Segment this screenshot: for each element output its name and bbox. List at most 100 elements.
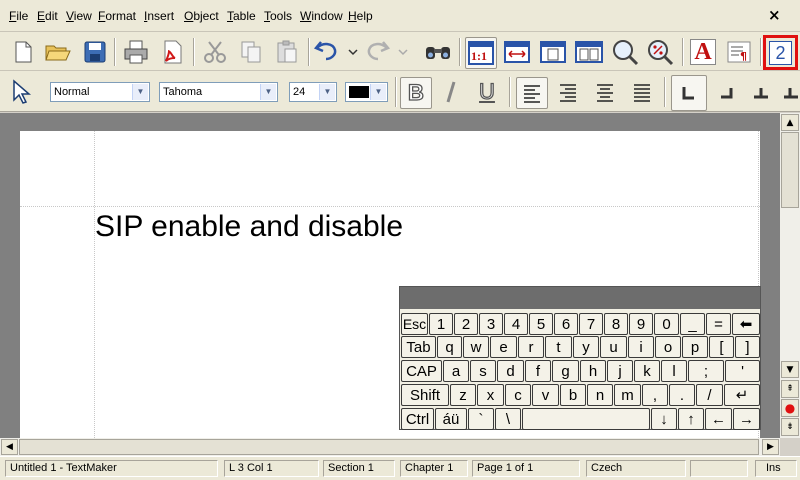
scroll-down-button[interactable]: ▼: [781, 361, 799, 378]
key-k[interactable]: k: [634, 360, 660, 382]
menu-view[interactable]: View: [66, 9, 92, 23]
horizontal-scroll-thumb[interactable]: [19, 439, 759, 455]
vertical-scrollbar[interactable]: ▲ ▼ ⇞ ● ⇟: [780, 113, 800, 438]
key-x[interactable]: x: [477, 384, 504, 406]
zoom-percent-button[interactable]: [645, 37, 675, 67]
key-enter[interactable]: ↵: [724, 384, 760, 406]
key-arrow-up[interactable]: ↑: [678, 408, 704, 430]
key-5[interactable]: 5: [529, 313, 553, 335]
key-a[interactable]: a: [443, 360, 469, 382]
key-4[interactable]: 4: [504, 313, 528, 335]
key-period[interactable]: .: [669, 384, 695, 406]
key-backtick[interactable]: `: [468, 408, 494, 430]
key-6[interactable]: 6: [554, 313, 578, 335]
key-n[interactable]: n: [587, 384, 613, 406]
key-apostrophe[interactable]: ': [725, 360, 760, 382]
align-left-button[interactable]: [516, 77, 548, 109]
key-backspace[interactable]: ⬅: [732, 313, 760, 335]
key-b[interactable]: b: [560, 384, 586, 406]
key-l[interactable]: l: [661, 360, 687, 382]
key-7[interactable]: 7: [579, 313, 603, 335]
chevron-down-icon[interactable]: ▼: [319, 84, 335, 100]
chevron-down-icon[interactable]: ▼: [260, 84, 276, 100]
key-caps-lock[interactable]: CAP: [401, 360, 442, 382]
redo-dropdown-button[interactable]: [396, 37, 410, 67]
key-arrow-down[interactable]: ↓: [651, 408, 677, 430]
key-equals[interactable]: =: [706, 313, 731, 335]
horizontal-scrollbar[interactable]: ◀ ▶: [0, 438, 780, 456]
key-arrow-left[interactable]: ←: [705, 408, 732, 430]
key-space[interactable]: [522, 408, 650, 430]
align-center-button[interactable]: [590, 77, 620, 107]
key-ctrl[interactable]: Ctrl: [401, 408, 434, 430]
bold-button[interactable]: B: [400, 77, 432, 109]
select-pointer-button[interactable]: [6, 77, 36, 107]
copy-button[interactable]: [236, 37, 266, 67]
key-e[interactable]: e: [490, 336, 517, 358]
menu-object[interactable]: Object: [184, 9, 219, 23]
key-h[interactable]: h: [580, 360, 606, 382]
previous-page-button[interactable]: ⇞: [781, 380, 799, 398]
key-j[interactable]: j: [607, 360, 633, 382]
italic-button[interactable]: [436, 77, 466, 107]
key-close-bracket[interactable]: ]: [735, 336, 760, 358]
font-size-select[interactable]: 24 ▼: [289, 82, 337, 102]
menu-table[interactable]: Table: [227, 9, 256, 23]
key-underscore[interactable]: _: [680, 313, 705, 335]
scroll-left-button[interactable]: ◀: [1, 439, 18, 455]
justify-button[interactable]: [627, 77, 657, 107]
key-t[interactable]: t: [545, 336, 572, 358]
key-q[interactable]: q: [437, 336, 462, 358]
next-page-button[interactable]: ⇟: [781, 418, 799, 436]
key-p[interactable]: p: [682, 336, 708, 358]
key-z[interactable]: z: [450, 384, 476, 406]
font-color-select[interactable]: ▼: [345, 82, 388, 102]
two-pages-button[interactable]: [574, 37, 604, 67]
find-button[interactable]: [423, 37, 453, 67]
key-i[interactable]: i: [628, 336, 654, 358]
key-semicolon[interactable]: ;: [688, 360, 724, 382]
key-3[interactable]: 3: [479, 313, 503, 335]
tab-right-button[interactable]: [711, 77, 741, 107]
full-page-button[interactable]: [538, 37, 568, 67]
key-d[interactable]: d: [497, 360, 524, 382]
key-m[interactable]: m: [614, 384, 641, 406]
key-comma[interactable]: ,: [642, 384, 668, 406]
menu-file[interactable]: File: [9, 9, 28, 23]
menu-tools[interactable]: Tools: [264, 9, 292, 23]
key-0[interactable]: 0: [654, 313, 679, 335]
keyboard-title-bar[interactable]: [400, 287, 760, 309]
chevron-down-icon[interactable]: ▼: [370, 84, 386, 100]
scroll-right-button[interactable]: ▶: [762, 439, 779, 455]
key-arrow-right[interactable]: →: [733, 408, 760, 430]
undo-button[interactable]: [312, 35, 342, 65]
key-tab[interactable]: Tab: [401, 336, 436, 358]
key-esc[interactable]: Esc: [401, 313, 428, 335]
key-f[interactable]: f: [525, 360, 551, 382]
menu-edit[interactable]: Edit: [37, 9, 58, 23]
key-2[interactable]: 2: [454, 313, 478, 335]
undo-dropdown-button[interactable]: [346, 37, 360, 67]
close-document-icon[interactable]: ×: [768, 6, 781, 24]
key-c[interactable]: c: [505, 384, 531, 406]
key-w[interactable]: w: [463, 336, 489, 358]
character-format-button[interactable]: A: [688, 37, 718, 67]
cut-button[interactable]: [200, 37, 230, 67]
key-r[interactable]: r: [518, 336, 544, 358]
new-document-button[interactable]: [8, 37, 38, 67]
zoom-100-button[interactable]: 1:1: [465, 37, 497, 69]
key-backslash[interactable]: \: [495, 408, 521, 430]
font-select[interactable]: Tahoma ▼: [159, 82, 278, 102]
key-open-bracket[interactable]: [: [709, 336, 734, 358]
paragraph-format-button[interactable]: ¶: [724, 37, 754, 67]
paste-button[interactable]: [272, 37, 302, 67]
open-button[interactable]: [43, 37, 73, 67]
menu-help[interactable]: Help: [348, 9, 373, 23]
key-y[interactable]: y: [573, 336, 599, 358]
key-international[interactable]: áü: [435, 408, 467, 430]
align-right-button[interactable]: [553, 77, 583, 107]
menu-format[interactable]: Format: [98, 9, 136, 23]
key-slash[interactable]: /: [696, 384, 723, 406]
redo-button[interactable]: [362, 35, 392, 65]
key-s[interactable]: s: [470, 360, 496, 382]
